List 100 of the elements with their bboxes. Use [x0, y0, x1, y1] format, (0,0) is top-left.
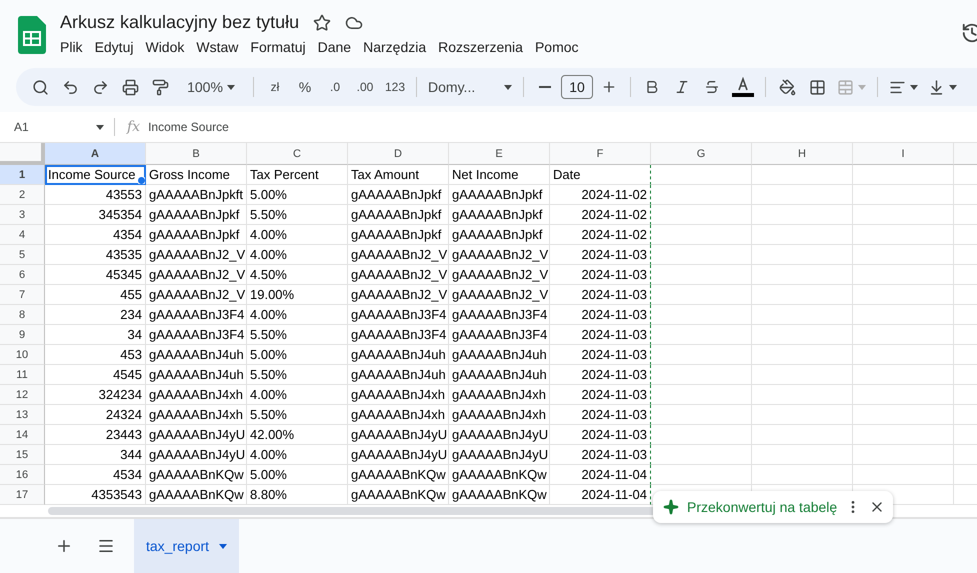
table-cell[interactable]: gAAAAABnJ4yU [348, 425, 449, 445]
table-cell[interactable] [853, 325, 954, 345]
table-cell[interactable]: 2024-11-03 [550, 445, 651, 465]
table-cell[interactable]: 43535 [45, 245, 146, 265]
row-header[interactable]: 14 [0, 425, 45, 445]
table-cell[interactable]: 43553 [45, 185, 146, 205]
menu-item[interactable]: Rozszerzenia [432, 37, 529, 57]
table-cell[interactable]: 4.00% [247, 305, 348, 325]
table-cell[interactable]: 2024-11-03 [550, 265, 651, 285]
table-cell[interactable]: gAAAAABnJ4xh [146, 405, 247, 425]
table-cell[interactable]: gAAAAABnJpkf [348, 225, 449, 245]
row-header[interactable]: 17 [0, 485, 45, 505]
table-cell[interactable] [651, 385, 752, 405]
table-cell[interactable]: Income Source [45, 165, 146, 185]
percent-button[interactable]: % [291, 73, 319, 101]
font-size-field[interactable]: 10 [561, 75, 594, 99]
table-cell[interactable]: 5.50% [247, 325, 348, 345]
table-cell[interactable]: 5.50% [247, 365, 348, 385]
history-icon[interactable] [961, 22, 977, 44]
row-header[interactable]: 12 [0, 385, 45, 405]
row-header[interactable]: 4 [0, 225, 45, 245]
menu-item[interactable]: Narzędzia [357, 37, 432, 57]
table-cell[interactable]: 2024-11-03 [550, 365, 651, 385]
table-cell[interactable]: 5.50% [247, 405, 348, 425]
table-cell[interactable]: gAAAAABnJ2_V [348, 265, 449, 285]
column-header[interactable]: D [348, 143, 449, 165]
row-header[interactable]: 9 [0, 325, 45, 345]
table-cell[interactable]: 5.50% [247, 205, 348, 225]
row-header[interactable]: 5 [0, 245, 45, 265]
menu-item[interactable]: Widok [139, 37, 190, 57]
table-cell[interactable]: 2024-11-03 [550, 285, 651, 305]
table-cell[interactable]: gAAAAABnJ2_V [348, 285, 449, 305]
table-cell[interactable]: 4545 [45, 365, 146, 385]
table-cell[interactable]: gAAAAABnJ2_V [146, 265, 247, 285]
table-cell[interactable]: 5.00% [247, 185, 348, 205]
table-cell[interactable] [853, 265, 954, 285]
column-header[interactable]: B [146, 143, 247, 165]
table-cell[interactable]: Date [550, 165, 651, 185]
table-cell[interactable]: gAAAAABnJ3F4 [348, 325, 449, 345]
table-cell[interactable]: gAAAAABnJ4uh [348, 365, 449, 385]
table-cell[interactable]: gAAAAABnKQw [146, 465, 247, 485]
table-cell[interactable]: gAAAAABnJ4yU [348, 445, 449, 465]
table-cell[interactable]: gAAAAABnJpkf [146, 225, 247, 245]
table-cell[interactable]: gAAAAABnJ2_V [449, 285, 550, 305]
document-title[interactable]: Arkusz kalkulacyjny bez tytułu [60, 12, 300, 33]
table-cell[interactable] [752, 165, 853, 185]
table-cell[interactable]: 2024-11-03 [550, 405, 651, 425]
table-cell[interactable]: 2024-11-03 [550, 345, 651, 365]
table-cell[interactable]: gAAAAABnJpkft [146, 185, 247, 205]
table-cell[interactable]: 2024-11-03 [550, 425, 651, 445]
table-cell[interactable]: 2024-11-02 [550, 185, 651, 205]
table-cell[interactable]: gAAAAABnJ2_V [449, 265, 550, 285]
table-cell[interactable]: gAAAAABnJ3F4 [449, 325, 550, 345]
table-cell[interactable]: 344 [45, 445, 146, 465]
table-cell[interactable]: 4.00% [247, 245, 348, 265]
table-cell[interactable] [853, 305, 954, 325]
table-cell[interactable] [651, 465, 752, 485]
table-cell[interactable] [853, 165, 954, 185]
menu-item[interactable]: Dane [312, 37, 358, 57]
table-cell[interactable] [853, 465, 954, 485]
table-cell[interactable]: 5.00% [247, 465, 348, 485]
table-cell[interactable]: 4.00% [247, 225, 348, 245]
column-header[interactable]: H [752, 143, 853, 165]
convert-to-table-link[interactable]: Przekonwertuj na tabelę [687, 499, 838, 515]
table-cell[interactable]: gAAAAABnJ4xh [348, 405, 449, 425]
decrease-decimals-button[interactable]: .0 [321, 73, 349, 101]
menu-item[interactable]: Pomoc [528, 37, 585, 57]
table-cell[interactable] [752, 365, 853, 385]
menu-item[interactable]: Plik [54, 37, 89, 57]
fill-handle[interactable] [137, 176, 145, 184]
table-cell[interactable]: gAAAAABnJ4xh [348, 385, 449, 405]
table-cell[interactable]: 4.50% [247, 265, 348, 285]
column-header[interactable]: F [550, 143, 651, 165]
table-cell[interactable]: gAAAAABnJpkf [146, 205, 247, 225]
table-cell[interactable]: gAAAAABnJ4uh [449, 365, 550, 385]
column-header[interactable]: G [651, 143, 752, 165]
menu-item[interactable]: Edytuj [88, 37, 140, 57]
menu-item[interactable]: Wstaw [190, 37, 244, 57]
table-cell[interactable] [651, 425, 752, 445]
table-cell[interactable]: 2024-11-03 [550, 325, 651, 345]
table-cell[interactable]: 4354 [45, 225, 146, 245]
table-cell[interactable]: gAAAAABnKQw [449, 465, 550, 485]
row-header[interactable]: 15 [0, 445, 45, 465]
table-cell[interactable]: gAAAAABnJpkf [348, 205, 449, 225]
select-all-corner[interactable] [0, 143, 45, 165]
table-cell[interactable] [853, 445, 954, 465]
table-cell[interactable]: 4.00% [247, 385, 348, 405]
table-cell[interactable] [752, 405, 853, 425]
table-cell[interactable] [651, 445, 752, 465]
table-cell[interactable]: 234 [45, 305, 146, 325]
table-cell[interactable]: 2024-11-04 [550, 465, 651, 485]
table-cell[interactable]: 4534 [45, 465, 146, 485]
name-box[interactable]: A1 [0, 118, 115, 136]
table-cell[interactable]: 23443 [45, 425, 146, 445]
table-cell[interactable] [752, 425, 853, 445]
column-header[interactable]: C [247, 143, 348, 165]
table-cell[interactable]: 2024-11-02 [550, 225, 651, 245]
table-cell[interactable] [752, 345, 853, 365]
table-cell[interactable]: 455 [45, 285, 146, 305]
zoom-dropdown[interactable]: 100% [176, 73, 246, 101]
